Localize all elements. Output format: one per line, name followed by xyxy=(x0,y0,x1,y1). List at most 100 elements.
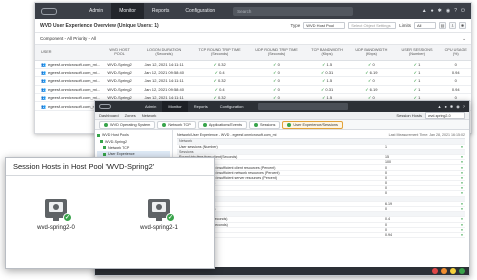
screenshot-stage: Admin Monitor Reports Configuration Sear… xyxy=(0,0,477,280)
session-host-card[interactable]: ✓ wvd-spring2-1 xyxy=(124,199,194,231)
user-cell: 👥 egeesf.onmicrosoft.com_mi... xyxy=(35,85,103,95)
chevron-down-icon[interactable]: ⌄ xyxy=(462,36,466,42)
gear-icon[interactable]: ✱ xyxy=(438,8,442,14)
bell-icon[interactable]: ● xyxy=(431,8,434,14)
measures-table: NetworkUser sessions (Number)1●SessionsR… xyxy=(177,139,465,239)
bell-icon[interactable]: ● xyxy=(444,104,446,109)
help-icon[interactable]: ? xyxy=(463,104,465,109)
limits-label: Limits xyxy=(399,23,411,28)
measure-value: 0.94 xyxy=(383,232,453,239)
sub-zones[interactable]: Zones xyxy=(125,113,136,118)
status-ok-icon: ✓ xyxy=(166,213,175,222)
user-icon[interactable]: ◉ xyxy=(456,104,460,109)
gear-icon[interactable]: ✱ xyxy=(450,104,453,109)
critical-indicator[interactable] xyxy=(432,268,438,274)
col-cpu[interactable]: CPU USAGE (%) xyxy=(440,45,471,61)
search-input[interactable] xyxy=(257,103,348,110)
alert-icon[interactable]: ▲ xyxy=(422,8,427,14)
nav-reports[interactable]: Reports xyxy=(188,101,214,112)
udp-rtt-cell: ✓ 0 xyxy=(247,85,306,95)
group-filter-bar[interactable]: Component - All Priority - All ⌄ xyxy=(35,33,471,45)
pool-cell: WVD-Spring2 xyxy=(102,68,137,78)
main-nav: Admin Monitor Reports Configuration xyxy=(81,3,223,19)
table-row[interactable]: 👥egeesf.onmicrosoft.com_mi...WVD-Spring2… xyxy=(35,76,471,86)
help-icon[interactable]: ? xyxy=(454,8,457,14)
tab-operating-system[interactable]: WVD Operating System xyxy=(99,120,156,129)
object-settings-select[interactable]: Select Object Settings xyxy=(348,22,397,29)
session-host-icon: ✓ xyxy=(45,199,72,222)
col-sessions[interactable]: USER SESSIONS (Number) xyxy=(393,45,441,61)
session-host-card[interactable]: ✓ wvd-spring2-0 xyxy=(21,199,91,231)
table-row[interactable]: 👥egeesf.onmicrosoft.com_mi...WVD-Spring2… xyxy=(35,85,471,95)
pool-cell: WVD-Spring2 xyxy=(102,60,137,69)
tab-user-experience[interactable]: User Experience/Sessions xyxy=(282,120,343,129)
session-host-selector: Session Hosts wvd-spring2-0 xyxy=(396,112,465,119)
settings-icon[interactable]: ✱ xyxy=(459,22,466,29)
status-ok-icon: ✓ xyxy=(63,213,72,222)
tcp-rtt-cell: ✓ 0.32 xyxy=(191,60,248,69)
measure-detail: Network/User Experience - WVD - egeesf.o… xyxy=(173,130,469,271)
logo xyxy=(41,7,81,15)
table-row[interactable]: 👥egeesf.onmicrosoft.com_mi...WVD-Spring2… xyxy=(35,68,471,78)
alert-icon[interactable]: ▲ xyxy=(438,104,442,109)
tcp-bw-cell: ✓ 1.5 xyxy=(305,76,350,86)
cpu-cell: 0.94 xyxy=(440,68,471,78)
status-indicators xyxy=(432,268,465,274)
users-icon: 👥 xyxy=(41,95,46,101)
global-search-input[interactable]: Search xyxy=(233,6,354,16)
tcp-rtt-cell: ✓ 0.32 xyxy=(191,76,248,86)
users-icon: 👥 xyxy=(41,61,46,67)
users-icon: 👥 xyxy=(41,103,46,109)
table-row[interactable]: 👥egeesf.onmicrosoft.com_mi...WVD-Spring2… xyxy=(35,60,471,69)
export-icon[interactable]: ⇩ xyxy=(449,22,456,29)
nav-monitor[interactable]: Monitor xyxy=(111,3,144,19)
table-header-row: USER WVD HOST POOL LOGON DURATION (Secon… xyxy=(35,45,471,61)
logo xyxy=(99,104,139,109)
user-icon[interactable]: ◉ xyxy=(446,8,450,14)
session-host-select[interactable]: wvd-spring2-0 xyxy=(425,112,465,119)
session-hosts-popup: Session Hosts in Host Pool 'WVD-Spring2'… xyxy=(5,157,215,269)
tcp-rtt-cell: ✓ 0.4 xyxy=(191,85,248,95)
tab-applications[interactable]: Applications/Events xyxy=(197,120,247,129)
nav-configuration[interactable]: Configuration xyxy=(177,3,223,19)
tcp-bw-cell: ✓ 0.31 xyxy=(305,68,350,78)
monitor-nav-bar: Admin Monitor Reports Configuration ▲ ● … xyxy=(95,101,469,112)
nav-configuration[interactable]: Configuration xyxy=(214,101,250,112)
nav-admin[interactable]: Admin xyxy=(81,3,111,19)
col-udp-bw[interactable]: UDP BANDWIDTH (Kbps) xyxy=(349,45,394,61)
nav-reports[interactable]: Reports xyxy=(144,3,178,19)
col-tcp-bw[interactable]: TCP BANDWIDTH (Kbps) xyxy=(305,45,350,61)
popup-title: Session Hosts in Host Pool 'WVD-Spring2' xyxy=(6,158,214,176)
top-nav-bar: Admin Monitor Reports Configuration Sear… xyxy=(35,3,471,19)
tab-network-tcp[interactable]: Network TCP xyxy=(157,120,196,129)
cpu-cell: 0.94 xyxy=(440,85,471,95)
col-tcp-rtt[interactable]: TCP ROUND TRIP TIME (Seconds) xyxy=(191,45,248,61)
tab-sessions[interactable]: Sessions xyxy=(248,120,281,129)
type-select[interactable]: WVD Host Pool xyxy=(303,22,346,29)
sub-dashboard[interactable]: Dashboard xyxy=(99,113,119,118)
sub-network[interactable]: Network xyxy=(142,113,157,118)
sessions-cell: ✓ 1 xyxy=(393,68,441,78)
print-icon[interactable]: ▤ xyxy=(439,22,446,29)
major-indicator[interactable] xyxy=(441,268,447,274)
nav-admin[interactable]: Admin xyxy=(139,101,162,112)
col-user[interactable]: USER xyxy=(35,45,103,61)
measure-row[interactable]: CPU usage (%)0.94● xyxy=(177,232,465,239)
udp-rtt-cell: ✓ 0 xyxy=(247,68,306,78)
users-icon: 👥 xyxy=(41,86,46,92)
power-icon[interactable]: ⏻ xyxy=(461,8,465,14)
sessions-cell: ✓ 1 xyxy=(393,60,441,69)
col-logon[interactable]: LOGON DURATION (Seconds) xyxy=(136,45,192,61)
normal-indicator[interactable] xyxy=(459,268,465,274)
detail-title: Network/User Experience - WVD - egeesf.o… xyxy=(177,133,277,137)
session-host-icon: ✓ xyxy=(148,199,175,222)
session-hosts-label: Session Hosts xyxy=(396,113,422,118)
toolbar-icons: ▲ ● ✱ ◉ ? ⏻ xyxy=(422,8,465,14)
minor-indicator[interactable] xyxy=(450,268,456,274)
col-udp-rtt[interactable]: UDP ROUND TRIP TIME (Seconds) xyxy=(247,45,306,61)
status-square-icon xyxy=(103,146,106,150)
type-label: Type xyxy=(290,23,301,28)
col-pool[interactable]: WVD HOST POOL xyxy=(102,45,137,61)
nav-monitor[interactable]: Monitor xyxy=(162,101,188,112)
limits-select[interactable]: All xyxy=(414,22,436,29)
